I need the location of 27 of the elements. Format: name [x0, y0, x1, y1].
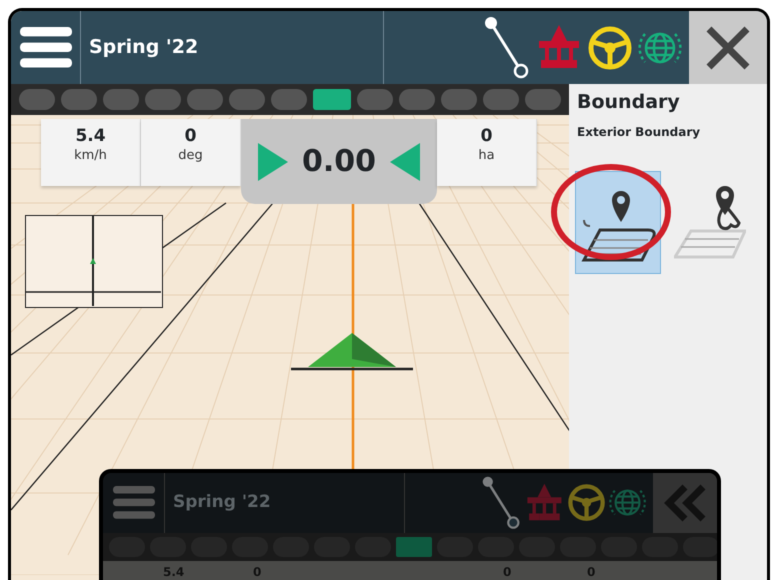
steering-wheel-icon[interactable]	[566, 483, 606, 523]
stat-value: 0	[253, 564, 262, 580]
menu-icon	[112, 486, 154, 520]
line-icon[interactable]	[483, 14, 531, 80]
stat-unit: km/h	[73, 146, 108, 165]
stat-value: 0	[503, 564, 512, 580]
double-chevron-icon	[663, 483, 707, 523]
line-icon[interactable]	[481, 474, 522, 532]
vehicle-icon	[291, 333, 413, 373]
boundary-option[interactable]	[575, 170, 661, 274]
menu-icon	[20, 26, 72, 68]
right-arrow-icon	[258, 142, 288, 180]
left-arrow-icon	[390, 142, 420, 180]
steering-wheel-icon[interactable]	[587, 24, 633, 70]
panel-title: Boundary	[577, 90, 681, 115]
close-button[interactable]	[689, 11, 767, 84]
close-icon	[705, 24, 751, 70]
panel-subtitle: Exterior Boundary	[577, 124, 702, 140]
stat-value: 0	[480, 127, 494, 146]
stat-value: 0	[587, 564, 596, 580]
stat-value: 5.4	[163, 564, 184, 580]
line-boundary-icon	[674, 185, 746, 259]
stat-unit: deg	[177, 146, 204, 165]
cross-track-value: 0.00	[302, 143, 376, 181]
stat-unit: ha	[477, 146, 496, 165]
stat-value: 5.4	[74, 127, 107, 146]
stat-value: 0	[184, 127, 198, 146]
